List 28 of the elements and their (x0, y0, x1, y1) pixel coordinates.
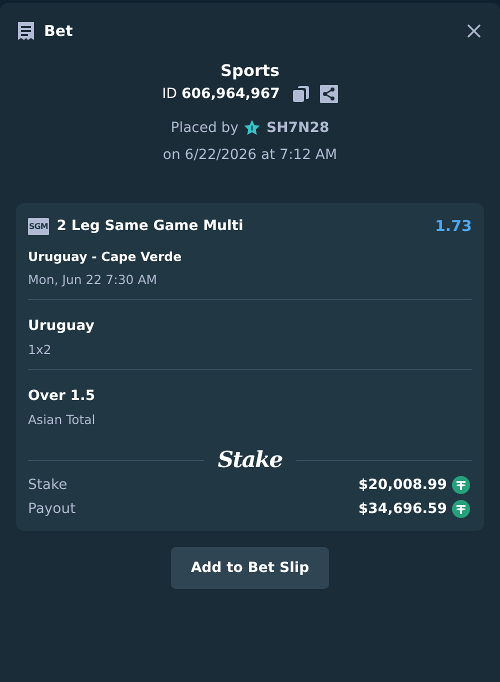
share-icon[interactable] (320, 85, 338, 103)
category-title: Sports (220, 61, 280, 80)
placed-by-label: Placed by (170, 120, 238, 136)
coin-icon (452, 500, 470, 518)
copy-icon[interactable] (292, 85, 310, 103)
event-name: Uruguay - Cape Verde (28, 249, 183, 264)
bet-type: 2 Leg Same Game Multi (56, 218, 244, 234)
coin-icon (452, 476, 470, 494)
leg-selection: Over 1.5 (28, 388, 96, 404)
bet-id: ID 606,964,967 (162, 86, 280, 102)
odds-value: 1.73 (434, 217, 472, 235)
leg-selection: Uruguay (28, 318, 96, 334)
total-label: Stake (28, 477, 68, 493)
star-icon (243, 119, 262, 137)
placed-date: on 6/22/2026 at 7:12 AM (162, 147, 338, 163)
leg-market: 1x2 (28, 342, 52, 357)
total-amount: $34,696.59 (358, 501, 447, 517)
receipt-icon (16, 21, 36, 41)
sgm-badge: SGM (28, 218, 49, 234)
leg-market: Asian Total (28, 412, 96, 427)
username-link[interactable]: SH7N28 (266, 120, 330, 136)
close-icon[interactable] (466, 23, 482, 39)
total-label: Payout (28, 501, 76, 517)
modal-title: Bet (44, 22, 73, 40)
event-time: Mon, Jun 22 7:30 AM (28, 272, 158, 287)
total-amount: $20,008.99 (358, 477, 447, 493)
brand-logo: Stake (218, 447, 282, 473)
add-to-bet-slip-button[interactable]: Add to Bet Slip (170, 547, 330, 589)
